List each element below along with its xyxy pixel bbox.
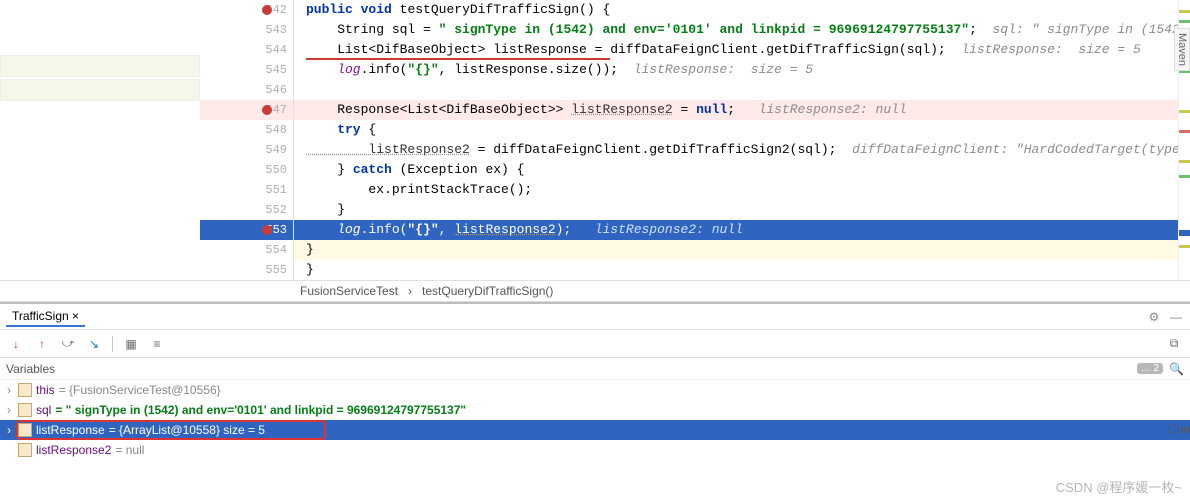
object-icon [18, 383, 32, 397]
editor-markers-left [0, 0, 200, 280]
var-row-listResponse[interactable]: ›listResponse = {ArrayList@10558} size =… [0, 420, 1190, 440]
var-row-listResponse2[interactable]: listResponse2 = null [0, 440, 1190, 460]
download-icon[interactable]: ↓ [6, 334, 26, 354]
var-row-sql[interactable]: ›sql = " signType in (1542) and env='010… [0, 400, 1190, 420]
breakpoint-icon[interactable] [262, 225, 272, 235]
line-gutter: 542 543 544 545 546 547 548 549 550 551 … [200, 0, 294, 280]
step-into-icon[interactable]: ↘ [84, 334, 104, 354]
breadcrumb[interactable]: FusionServiceTest › testQueryDifTrafficS… [0, 280, 1190, 302]
grid-icon[interactable]: ▦ [121, 334, 141, 354]
breakpoint-icon[interactable] [262, 5, 272, 15]
maven-toolwindow-tab[interactable]: Maven [1174, 28, 1190, 71]
list-icon[interactable]: ≡ [147, 334, 167, 354]
truncated-label: Cou [1168, 422, 1190, 436]
upload-icon[interactable]: ↑ [32, 334, 52, 354]
var-row-this[interactable]: ›this = {FusionServiceTest@10556} [0, 380, 1190, 400]
object-icon [18, 443, 32, 457]
minimize-icon[interactable]: — [1168, 309, 1184, 325]
watermark: CSDN @程序媛一枚~ [1056, 477, 1182, 496]
code-editor[interactable]: public void testQueryDifTrafficSign() { … [294, 0, 1178, 280]
debug-toolbar: ↓ ↑ ⤻ ↘ ▦ ≡ ⧉ [0, 330, 1190, 358]
hidden-frames-badge[interactable]: … 2 [1137, 363, 1163, 374]
variables-tree[interactable]: ›this = {FusionServiceTest@10556} ›sql =… [0, 380, 1190, 460]
debug-tab[interactable]: TrafficSign × [6, 307, 85, 327]
object-icon [18, 403, 32, 417]
breakpoint-icon[interactable] [262, 105, 272, 115]
step-over-icon[interactable]: ⤻ [58, 334, 78, 354]
search-icon[interactable]: 🔍 [1169, 362, 1184, 376]
breadcrumb-method[interactable]: testQueryDifTrafficSign() [422, 284, 553, 298]
object-icon [18, 423, 32, 437]
gear-icon[interactable]: ⚙ [1146, 309, 1162, 325]
variables-header: Variables … 2 🔍 [0, 358, 1190, 380]
breadcrumb-class[interactable]: FusionServiceTest [300, 284, 398, 298]
filter-icon[interactable]: ⧉ [1164, 334, 1184, 354]
